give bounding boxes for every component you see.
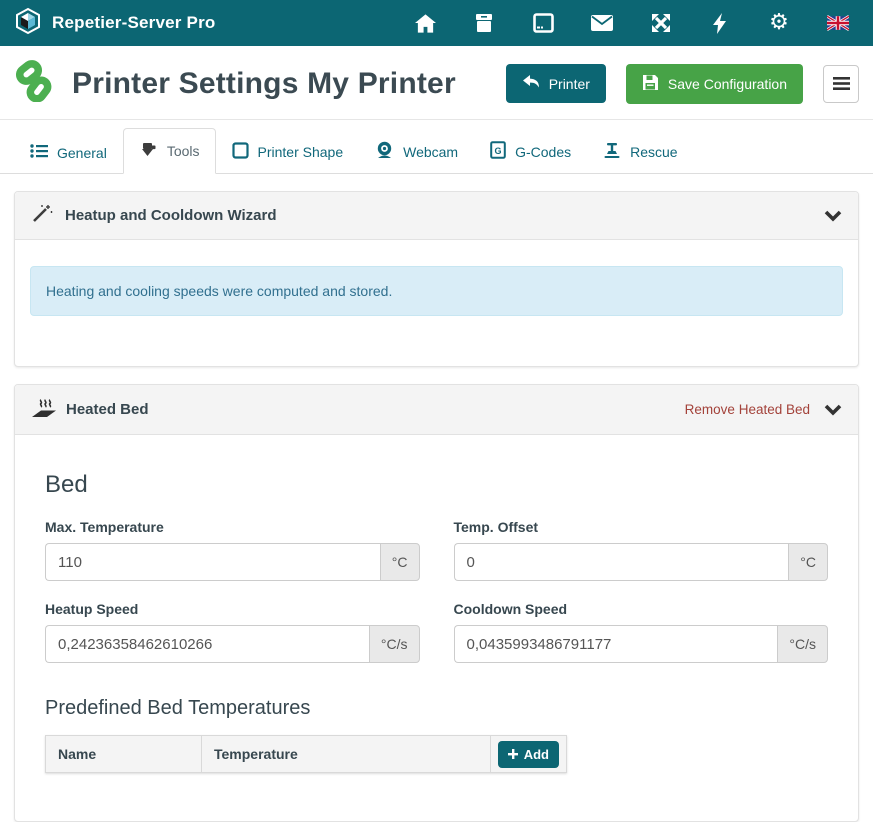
chevron-down-icon[interactable] <box>824 403 842 416</box>
predefined-temps-title: Predefined Bed Temperatures <box>45 697 828 720</box>
printer-button-label: Printer <box>549 76 590 92</box>
field-label: Max. Temperature <box>45 519 420 535</box>
tab-gcodes[interactable]: G G-Codes <box>474 128 587 174</box>
bed-section-title: Bed <box>45 471 828 499</box>
wizard-panel-title: Heatup and Cooldown Wizard <box>65 207 277 224</box>
unit-addon: °C <box>788 543 828 581</box>
brand-title: Repetier-Server Pro <box>52 13 215 33</box>
save-configuration-button[interactable]: Save Configuration <box>626 64 803 104</box>
header-buttons: Printer Save Configuration <box>506 64 859 104</box>
shape-icon <box>232 142 249 162</box>
unit-addon: °C/s <box>369 625 420 663</box>
bolt-icon[interactable] <box>709 12 731 34</box>
bed-form: Max. Temperature °C Temp. Offset °C Heat… <box>45 519 828 663</box>
list-icon <box>30 143 48 162</box>
field-temp-offset: Temp. Offset °C <box>454 519 829 581</box>
magic-wand-icon <box>31 203 53 228</box>
field-cooldown-speed: Cooldown Speed °C/s <box>454 601 829 663</box>
tab-printer-shape[interactable]: Printer Shape <box>216 129 360 174</box>
column-header-temperature: Temperature <box>202 736 491 772</box>
printbox-icon[interactable] <box>473 12 495 34</box>
repetier-logo-icon <box>14 7 42 40</box>
add-temperature-button[interactable]: Add <box>498 741 559 768</box>
column-header-name: Name <box>46 736 202 772</box>
navbar-icon-group: ⚙ <box>414 12 859 34</box>
brand-home-link[interactable]: Repetier-Server Pro <box>14 7 215 40</box>
cooldown-speed-input[interactable] <box>454 625 778 663</box>
heated-bed-icon <box>31 396 58 423</box>
gear-icon[interactable]: ⚙ <box>768 12 790 34</box>
top-navbar: Repetier-Server Pro <box>0 0 873 46</box>
page-header: Printer Settings My Printer Printer Save… <box>0 46 873 120</box>
home-icon[interactable] <box>414 12 436 34</box>
tab-label: Webcam <box>403 144 458 160</box>
printer-back-button[interactable]: Printer <box>506 64 606 103</box>
tab-webcam[interactable]: Webcam <box>359 128 474 174</box>
webcam-icon <box>375 141 394 162</box>
field-label: Heatup Speed <box>45 601 420 617</box>
hamburger-menu-button[interactable] <box>823 65 859 103</box>
field-heatup-speed: Heatup Speed °C/s <box>45 601 420 663</box>
save-floppy-icon <box>642 74 659 94</box>
mail-icon[interactable] <box>591 12 613 34</box>
heated-bed-panel-body: Bed Max. Temperature °C Temp. Offset °C … <box>15 435 858 821</box>
reply-arrow-icon <box>522 74 540 93</box>
wizard-panel-header[interactable]: Heatup and Cooldown Wizard <box>15 192 858 240</box>
field-max-temperature: Max. Temperature °C <box>45 519 420 581</box>
tab-label: G-Codes <box>515 144 571 160</box>
tab-tools[interactable]: Tools <box>123 128 216 174</box>
field-label: Cooldown Speed <box>454 601 829 617</box>
screen-icon[interactable] <box>532 12 554 34</box>
heatup-cooldown-wizard-panel: Heatup and Cooldown Wizard Heating and c… <box>14 191 859 367</box>
temp-offset-input[interactable] <box>454 543 789 581</box>
plus-icon <box>508 747 518 762</box>
wizard-panel-body: Heating and cooling speeds were computed… <box>15 240 858 366</box>
wizard-status-alert: Heating and cooling speeds were computed… <box>30 266 843 316</box>
tab-rescue[interactable]: Rescue <box>587 128 693 174</box>
svg-text:G: G <box>495 146 502 156</box>
expand-arrows-icon[interactable] <box>650 12 672 34</box>
save-button-label: Save Configuration <box>668 76 787 92</box>
heated-bed-panel-header[interactable]: Heated Bed Remove Heated Bed <box>15 385 858 435</box>
add-cell: Add <box>491 736 566 772</box>
remove-heated-bed-link[interactable]: Remove Heated Bed <box>685 402 810 417</box>
tab-label: General <box>57 145 107 161</box>
unit-addon: °C/s <box>777 625 828 663</box>
settings-tabs: General Tools Printer Shape <box>0 120 873 174</box>
uk-flag-icon[interactable] <box>827 12 849 34</box>
tab-label: Tools <box>167 143 200 159</box>
chevron-down-icon[interactable] <box>824 209 842 222</box>
heated-bed-panel: Heated Bed Remove Heated Bed Bed Max. Te… <box>14 384 859 822</box>
tab-general[interactable]: General <box>14 130 123 174</box>
add-button-label: Add <box>524 747 549 762</box>
extruder-icon <box>139 141 158 161</box>
predefined-temps-table: Name Temperature Add <box>45 735 567 773</box>
page-title: Printer Settings My Printer <box>72 67 456 101</box>
heatup-speed-input[interactable] <box>45 625 369 663</box>
tab-label: Rescue <box>630 144 677 160</box>
tab-label: Printer Shape <box>258 144 344 160</box>
chain-link-icon <box>14 60 54 107</box>
rescue-icon <box>603 141 621 162</box>
heated-bed-panel-title: Heated Bed <box>66 401 149 418</box>
field-label: Temp. Offset <box>454 519 829 535</box>
unit-addon: °C <box>380 543 420 581</box>
max-temperature-input[interactable] <box>45 543 380 581</box>
gcode-file-icon: G <box>490 141 506 162</box>
